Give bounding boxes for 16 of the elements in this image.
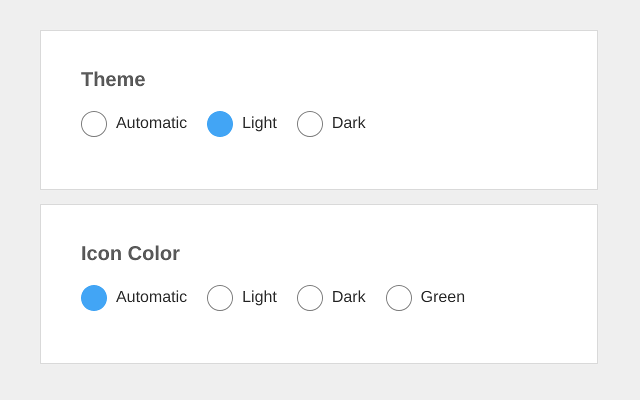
- radio-label[interactable]: Dark: [332, 115, 366, 133]
- section-title: Icon Color: [81, 243, 180, 266]
- radio-label[interactable]: Automatic: [116, 115, 188, 133]
- radio-button[interactable]: [81, 285, 107, 311]
- radio-label[interactable]: Green: [420, 289, 466, 307]
- radio-button[interactable]: [207, 111, 234, 137]
- radio-button[interactable]: [207, 285, 234, 311]
- radio-button[interactable]: [296, 111, 323, 137]
- radio-label[interactable]: Automatic: [116, 289, 188, 307]
- radio-button[interactable]: [81, 111, 107, 137]
- radio-button[interactable]: [296, 285, 323, 311]
- section-title: Theme: [81, 69, 146, 92]
- radio-label[interactable]: Dark: [332, 289, 366, 307]
- radio-label[interactable]: Light: [242, 289, 277, 307]
- radio-label[interactable]: Light: [242, 115, 277, 133]
- radio-button[interactable]: [386, 285, 412, 311]
